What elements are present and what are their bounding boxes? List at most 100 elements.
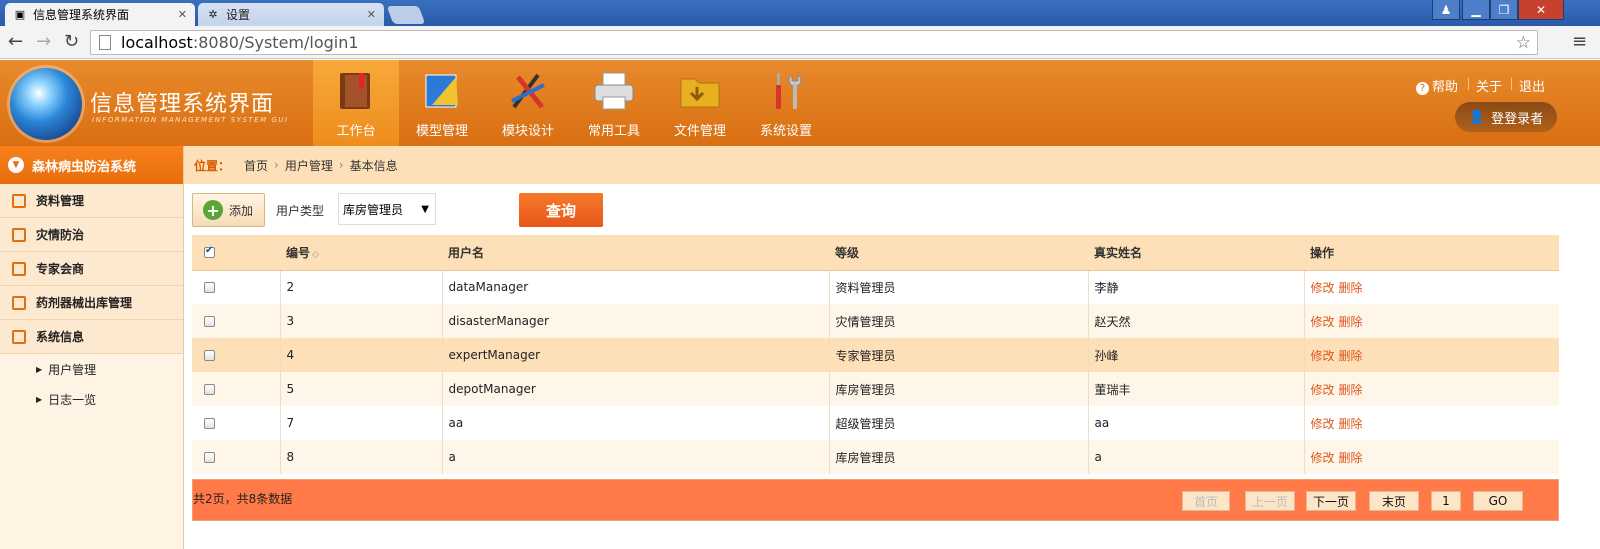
sidebar-subitem-log-list[interactable]: ▶ 日志一览 — [0, 384, 183, 414]
minimize-button[interactable]: ▁ — [1462, 0, 1490, 20]
cell-realname: aa — [1088, 406, 1305, 440]
cell-username: depotManager — [442, 372, 830, 406]
menu-common-tools[interactable]: 常用工具 — [571, 60, 657, 146]
sidebar-item-data-management[interactable]: 资料管理 — [0, 184, 183, 218]
cell-actions: 修改 删除 — [1304, 338, 1559, 372]
sidebar-item-system-info[interactable]: 系统信息 — [0, 320, 183, 354]
sidebar-item-disaster-control[interactable]: 灾情防治 — [0, 218, 183, 252]
user-profile-icon[interactable]: ♟ — [1432, 0, 1460, 20]
row-checkbox[interactable] — [204, 282, 215, 294]
add-button[interactable]: + 添加 — [192, 193, 265, 227]
first-page-button[interactable]: 首页 — [1182, 491, 1230, 511]
logout-link[interactable]: 退出 — [1519, 76, 1545, 95]
close-tab-icon[interactable]: ✕ — [178, 8, 187, 21]
sort-icon[interactable]: ◇ — [312, 250, 319, 260]
edit-link[interactable]: 修改 — [1311, 281, 1335, 295]
bookmark-star-icon[interactable]: ☆ — [1516, 33, 1531, 53]
cell-actions: 修改 删除 — [1304, 270, 1559, 304]
help-link[interactable]: ? 帮助 — [1416, 76, 1458, 95]
column-header-label: 编号 — [286, 245, 311, 260]
new-tab-button[interactable] — [386, 6, 426, 24]
sidebar-subitem-user-management[interactable]: ▶ 用户管理 — [0, 354, 183, 384]
menu-file-management[interactable]: 文件管理 — [657, 60, 743, 146]
breadcrumb-label: 位置： — [194, 158, 231, 173]
cell-id: 3 — [280, 304, 443, 338]
sidebar-item-outbound-management[interactable]: 药剂器械出库管理 — [0, 286, 183, 320]
breadcrumb-home[interactable]: 首页 — [244, 157, 268, 174]
next-page-button[interactable]: 下一页 — [1306, 491, 1356, 511]
row-checkbox[interactable] — [204, 452, 215, 463]
current-user-badge[interactable]: 👤 登登录者 — [1455, 102, 1557, 132]
cell-id: 2 — [280, 270, 443, 304]
edit-link[interactable]: 修改 — [1311, 349, 1335, 363]
table-header-row: 编号◇ 用户名 等级 真实姓名 操作 — [192, 235, 1559, 271]
delete-link[interactable]: 删除 — [1339, 383, 1363, 397]
edit-link[interactable]: 修改 — [1311, 417, 1335, 431]
browser-menu-icon[interactable]: ≡ — [1572, 31, 1587, 52]
row-select-cell — [192, 270, 281, 304]
cell-realname: a — [1088, 440, 1305, 474]
user-table: 编号◇ 用户名 等级 真实姓名 操作 2 dataManager 资料管理员 李… — [192, 235, 1559, 474]
url-field[interactable]: localhost:8080/System/login1 ☆ — [90, 30, 1538, 55]
row-checkbox[interactable] — [204, 316, 215, 327]
close-tab-icon[interactable]: ✕ — [367, 8, 376, 21]
reload-icon[interactable]: ↻ — [64, 31, 79, 52]
breadcrumb-user-management[interactable]: 用户管理 — [285, 157, 333, 174]
back-arrow-icon[interactable]: ← — [8, 31, 23, 52]
select-all-checkbox[interactable] — [204, 245, 215, 259]
sidebar-header[interactable]: ▼ 森林病虫防治系统 — [0, 146, 183, 184]
user-type-select[interactable]: 库房管理员 ▼ — [338, 193, 436, 225]
cell-realname: 李静 — [1088, 270, 1305, 304]
caret-right-icon: ▶ — [36, 364, 43, 374]
select-all-cell — [192, 235, 280, 271]
user-type-value: 库房管理员 — [343, 202, 404, 217]
forward-arrow-icon[interactable]: → — [36, 31, 51, 52]
menu-label: 模型管理 — [415, 124, 468, 139]
edit-link[interactable]: 修改 — [1311, 383, 1335, 397]
pagination-bar: 共2页，共8条数据 首页 上一页 下一页 末页 1 GO — [192, 479, 1559, 521]
delete-link[interactable]: 删除 — [1339, 315, 1363, 329]
prev-page-button[interactable]: 上一页 — [1245, 491, 1295, 511]
menu-model-management[interactable]: 模型管理 — [399, 60, 485, 146]
delete-link[interactable]: 删除 — [1339, 349, 1363, 363]
row-checkbox[interactable] — [204, 418, 215, 429]
row-checkbox[interactable] — [204, 384, 215, 395]
cell-level: 资料管理员 — [829, 270, 1089, 304]
sidebar-item-expert-consultation[interactable]: 专家会商 — [0, 252, 183, 286]
page-number-input[interactable]: 1 — [1431, 491, 1461, 511]
menu-label: 工作台 — [336, 124, 376, 139]
cell-actions: 修改 删除 — [1304, 406, 1559, 440]
cell-id: 4 — [280, 338, 443, 372]
menu-module-design[interactable]: 模块设计 — [485, 60, 571, 146]
user-type-label: 用户类型 — [276, 204, 325, 218]
delete-link[interactable]: 删除 — [1339, 417, 1363, 431]
go-button[interactable]: GO — [1473, 491, 1523, 511]
chevron-right-icon: › — [274, 158, 279, 172]
row-select-cell — [192, 406, 281, 440]
divider — [1468, 78, 1469, 90]
toolbar: + 添加 用户类型 库房管理员 ▼ 查询 — [184, 184, 1600, 234]
browser-tab-active[interactable]: ▣ 信息管理系统界面 ✕ — [5, 3, 195, 26]
edit-link[interactable]: 修改 — [1311, 315, 1335, 329]
maximize-button[interactable]: ❐ — [1490, 0, 1518, 20]
delete-link[interactable]: 删除 — [1339, 281, 1363, 295]
edit-link[interactable]: 修改 — [1311, 451, 1335, 465]
sidebar-title: 森林病虫防治系统 — [32, 159, 137, 175]
delete-link[interactable]: 删除 — [1339, 451, 1363, 465]
cell-actions: 修改 删除 — [1304, 304, 1559, 338]
menu-system-settings[interactable]: 系统设置 — [743, 60, 829, 146]
row-checkbox[interactable] — [204, 350, 215, 361]
menu-workbench[interactable]: 工作台 — [313, 60, 399, 146]
last-page-button[interactable]: 末页 — [1369, 491, 1419, 511]
cell-level: 库房管理员 — [829, 372, 1089, 406]
browser-tab-settings[interactable]: ✲ 设置 ✕ — [198, 3, 384, 26]
gear-icon: ✲ — [208, 8, 218, 21]
close-window-button[interactable]: ✕ — [1518, 0, 1564, 20]
user-icon: 👤 — [1468, 109, 1486, 125]
page-favicon-icon: ▣ — [14, 8, 26, 21]
about-link[interactable]: 关于 — [1476, 76, 1502, 95]
divider — [1511, 78, 1512, 90]
column-header-id[interactable]: 编号 ◇ — [280, 235, 442, 271]
query-button[interactable]: 查询 — [519, 193, 603, 227]
caret-right-icon: ▶ — [36, 394, 43, 404]
